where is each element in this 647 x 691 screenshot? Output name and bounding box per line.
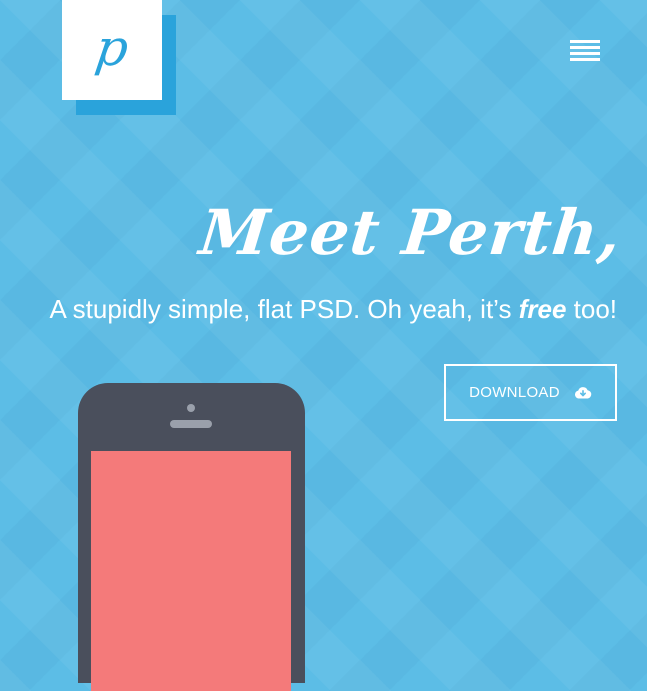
menu-line bbox=[570, 40, 600, 43]
hero-headline: Meet Perth, bbox=[196, 196, 625, 269]
hero-tagline: A stupidly simple, flat PSD. Oh yeah, it… bbox=[50, 294, 617, 325]
tagline-text-end: too! bbox=[566, 294, 617, 324]
download-label: DOWNLOAD bbox=[469, 384, 560, 401]
download-button[interactable]: DOWNLOAD bbox=[444, 364, 617, 421]
menu-line bbox=[570, 52, 600, 55]
cloud-download-icon bbox=[574, 386, 592, 399]
logo[interactable]: p bbox=[62, 0, 176, 115]
logo-card[interactable]: p bbox=[62, 0, 162, 100]
tagline-emphasis: free bbox=[518, 294, 567, 324]
phone-screen bbox=[91, 451, 291, 691]
menu-line bbox=[570, 58, 600, 61]
phone-speaker bbox=[170, 420, 212, 428]
logo-p-icon: p bbox=[91, 19, 133, 77]
phone-mockup bbox=[78, 383, 305, 691]
tagline-text: A stupidly simple, flat PSD. Oh yeah, it… bbox=[49, 294, 519, 324]
hamburger-menu-icon[interactable] bbox=[570, 40, 600, 61]
phone-camera bbox=[187, 404, 195, 412]
menu-line bbox=[570, 46, 600, 49]
